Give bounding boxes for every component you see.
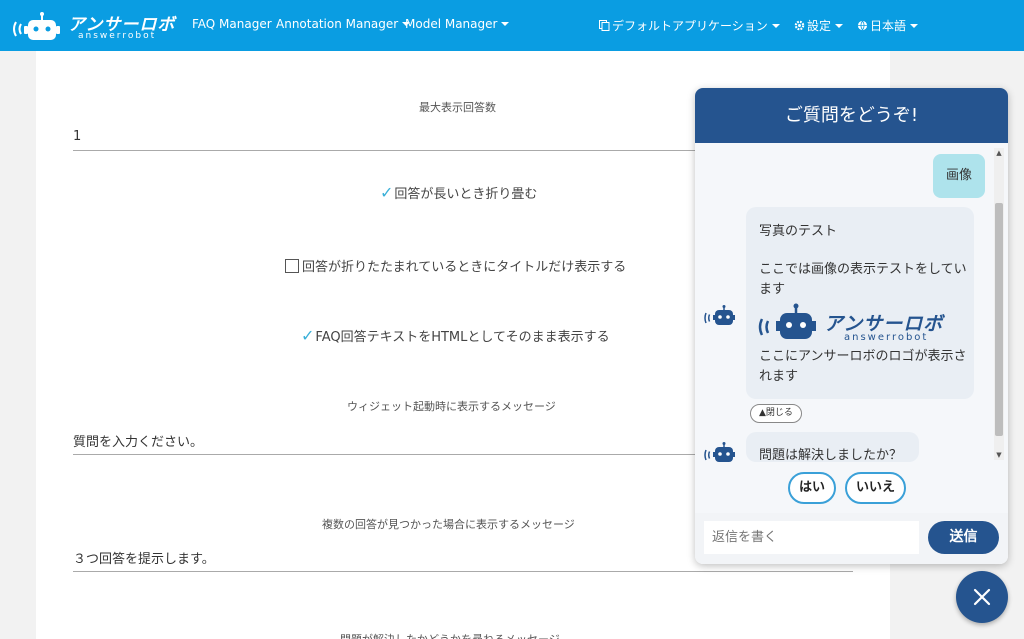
bot-message-after: ここにアンサーロボのロゴが表示されます: [759, 349, 967, 384]
globe-icon: [857, 20, 868, 31]
nav-model-manager[interactable]: Model Manager: [405, 17, 510, 31]
nav-language-label: 日本語: [870, 19, 907, 33]
robot-logo-icon: [758, 303, 816, 339]
caret-down-icon: [835, 24, 844, 28]
checkbox-empty-icon: [285, 259, 299, 273]
scroll-down-arrow-icon[interactable]: ▼: [994, 450, 1004, 460]
startup-message-label: ウィジェット起動時に表示するメッセージ: [347, 400, 556, 413]
bot-message-title: 写真のテスト: [759, 224, 838, 239]
nav-settings[interactable]: 設定: [794, 17, 844, 34]
robot-avatar-icon: [704, 442, 735, 462]
brand-logo[interactable]: アンサーロボ answerrobot: [12, 8, 174, 44]
checkmark-icon: ✓: [301, 326, 315, 345]
nav-default-application[interactable]: デフォルトアプリケーション: [599, 17, 780, 34]
scroll-up-arrow-icon[interactable]: ▲: [994, 148, 1004, 158]
html-raw-checkbox[interactable]: ✓FAQ回答テキストをHTMLとしてそのまま表示する: [301, 326, 610, 345]
resolved-message-label: 問題が解決したかどうかを尋ねるメッセージ: [340, 631, 560, 639]
collapse-long-checkbox[interactable]: ✓回答が長いとき折り畳む: [380, 183, 537, 202]
yes-button[interactable]: はい: [788, 472, 836, 504]
checkmark-icon: ✓: [380, 183, 394, 202]
chat-scrollbar[interactable]: ▲ ▼: [994, 148, 1004, 460]
nav-annotation-manager-label: Annotation Manager: [276, 17, 399, 31]
brand-subtitle: answerrobot: [78, 31, 157, 41]
nav-default-application-label: デフォルトアプリケーション: [612, 19, 768, 33]
bot-message-bubble: 写真のテスト ここでは画像の表示テストをしています アンサーロボ answerr…: [746, 207, 974, 399]
chat-footer: 送信: [695, 513, 1008, 564]
answerrobot-logo-image: アンサーロボ answerrobot: [758, 303, 964, 343]
startup-message-input[interactable]: 質問を入力ください。: [73, 431, 203, 450]
nav-faq-manager[interactable]: FAQ Manager: [192, 17, 272, 31]
caret-down-icon: [771, 24, 780, 28]
collapse-long-label: 回答が長いとき折り畳む: [394, 187, 538, 202]
chat-header: ご質問をどうぞ!: [695, 88, 1008, 143]
top-navbar: アンサーロボ answerrobot FAQ Manager Annotatio…: [0, 0, 1024, 51]
max-answers-label: 最大表示回答数: [419, 101, 496, 114]
chat-close-button[interactable]: [956, 571, 1008, 623]
nav-model-manager-label: Model Manager: [405, 17, 498, 31]
html-raw-label: FAQ回答テキストをHTMLとしてそのまま表示する: [315, 330, 610, 345]
resolved-question-text: 問題は解決しましたか？: [759, 448, 903, 462]
chat-widget: ご質問をどうぞ! 画像 写真のテスト ここでは画像の表示テストをしています アン…: [695, 88, 1008, 564]
chat-scroll-thumb[interactable]: [995, 203, 1003, 436]
nav-settings-label: 設定: [807, 19, 832, 33]
nav-language[interactable]: 日本語: [857, 17, 919, 34]
bot-question-bubble: 問題は解決しましたか？: [746, 432, 919, 462]
max-answers-input[interactable]: 1: [73, 129, 81, 144]
copy-icon: [599, 20, 610, 31]
close-icon: [973, 588, 991, 606]
robot-avatar-icon: [704, 305, 735, 325]
send-button[interactable]: 送信: [928, 521, 999, 554]
multiple-answers-message-input[interactable]: ３つ回答を提示します。: [73, 548, 215, 567]
reply-input[interactable]: [704, 521, 919, 554]
title-only-checkbox[interactable]: 回答が折りたたまれているときにタイトルだけ表示する: [285, 256, 626, 275]
no-button[interactable]: いいえ: [845, 472, 906, 504]
robot-icon: [13, 12, 60, 40]
caret-down-icon: [501, 22, 510, 26]
collapse-answer-button[interactable]: ▲閉じる: [750, 404, 802, 423]
caret-down-icon: [910, 24, 919, 28]
multiple-answers-message-underline: [73, 571, 853, 572]
logo-subtitle: answerrobot: [844, 332, 929, 343]
bot-message-body: ここでは画像の表示テストをしています: [759, 262, 967, 297]
user-message-bubble: 画像: [933, 154, 985, 198]
multiple-answers-message-label: 複数の回答が見つかった場合に表示するメッセージ: [322, 518, 575, 531]
gear-icon: [794, 20, 805, 31]
nav-annotation-manager[interactable]: Annotation Manager: [276, 17, 411, 31]
title-only-label: 回答が折りたたまれているときにタイトルだけ表示する: [302, 260, 627, 275]
